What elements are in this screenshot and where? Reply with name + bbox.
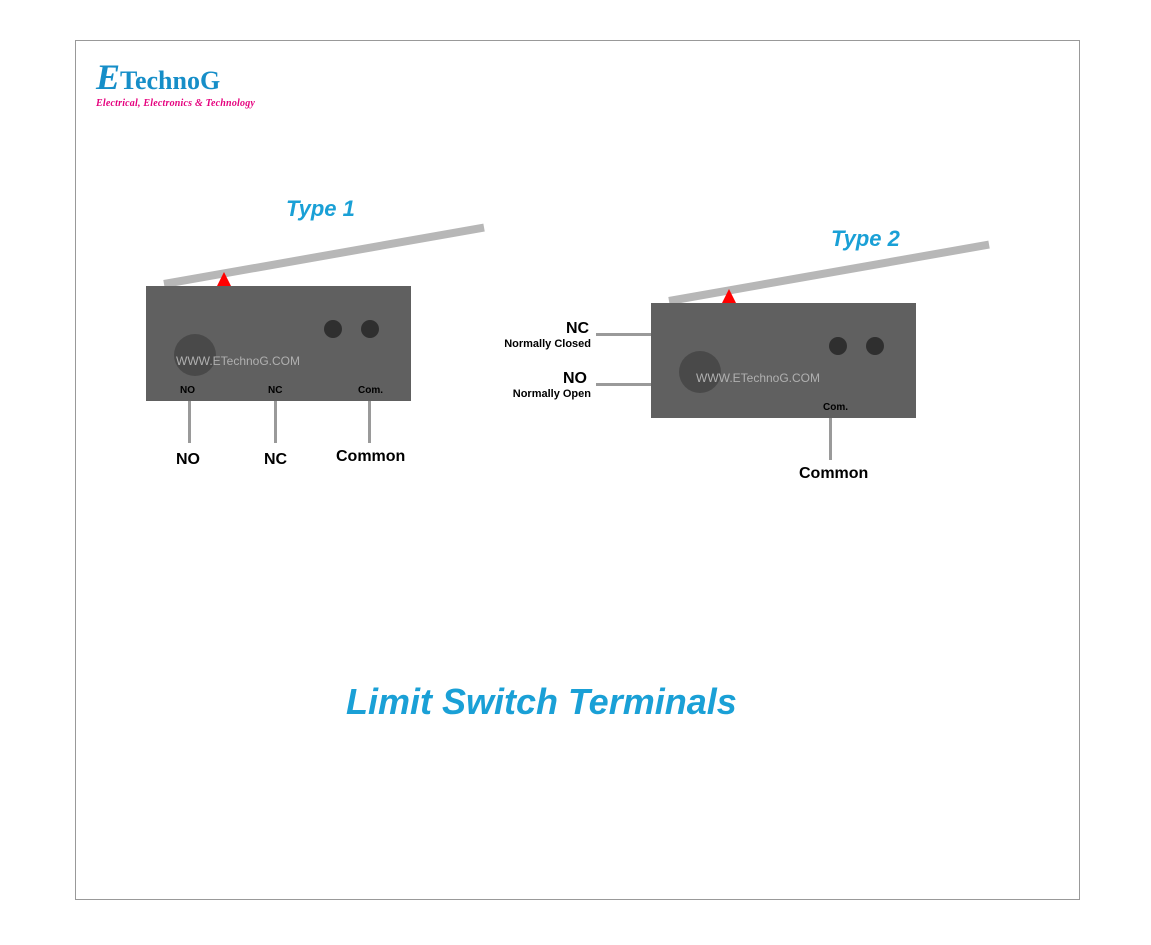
type2-pin-no: [596, 383, 651, 386]
type1-pin-no: [188, 401, 191, 443]
type1-watermark: WWW.ETechnoG.COM: [176, 354, 300, 368]
type1-lever: [163, 224, 484, 288]
type2-watermark: WWW.ETechnoG.COM: [696, 371, 820, 385]
type2-label-common: Common: [799, 465, 868, 483]
logo-brand-rest: TechnoG: [120, 66, 220, 95]
diagram-frame: ETechnoG Electrical, Electronics & Techn…: [75, 40, 1080, 900]
type1-body-label-com: Com.: [358, 385, 383, 396]
type2-label-nc-full: Normally Closed: [501, 338, 591, 350]
type2-label-no: NO: [563, 370, 587, 388]
type1-hole-small-1: [324, 320, 342, 338]
main-title: Limit Switch Terminals: [346, 681, 737, 723]
logo-tagline: Electrical, Electronics & Technology: [96, 98, 255, 109]
type2-body-label-com: Com.: [823, 402, 848, 413]
type2-lever: [668, 241, 989, 305]
type1-pin-nc: [274, 401, 277, 443]
type2-body: WWW.ETechnoG.COM Com.: [651, 303, 916, 418]
logo-letter-e: E: [96, 57, 120, 97]
type2-pin-nc: [596, 333, 651, 336]
type1-hole-small-2: [361, 320, 379, 338]
type1-title: Type 1: [286, 196, 355, 222]
type1-label-no: NO: [176, 451, 200, 469]
type1-pin-com: [368, 401, 371, 443]
type1-body-label-nc: NC: [268, 385, 282, 396]
logo: ETechnoG Electrical, Electronics & Techn…: [96, 56, 255, 109]
type2-hole-small-1: [829, 337, 847, 355]
type2-pin-com: [829, 418, 832, 460]
type1-body-label-no: NO: [180, 385, 195, 396]
type1-body: WWW.ETechnoG.COM NO NC Com.: [146, 286, 411, 401]
type2-label-nc: NC: [566, 320, 589, 338]
type1-label-nc: NC: [264, 451, 287, 469]
type2-hole-small-2: [866, 337, 884, 355]
type2-title: Type 2: [831, 226, 900, 252]
type1-label-common: Common: [336, 448, 405, 466]
type2-label-no-full: Normally Open: [501, 388, 591, 400]
